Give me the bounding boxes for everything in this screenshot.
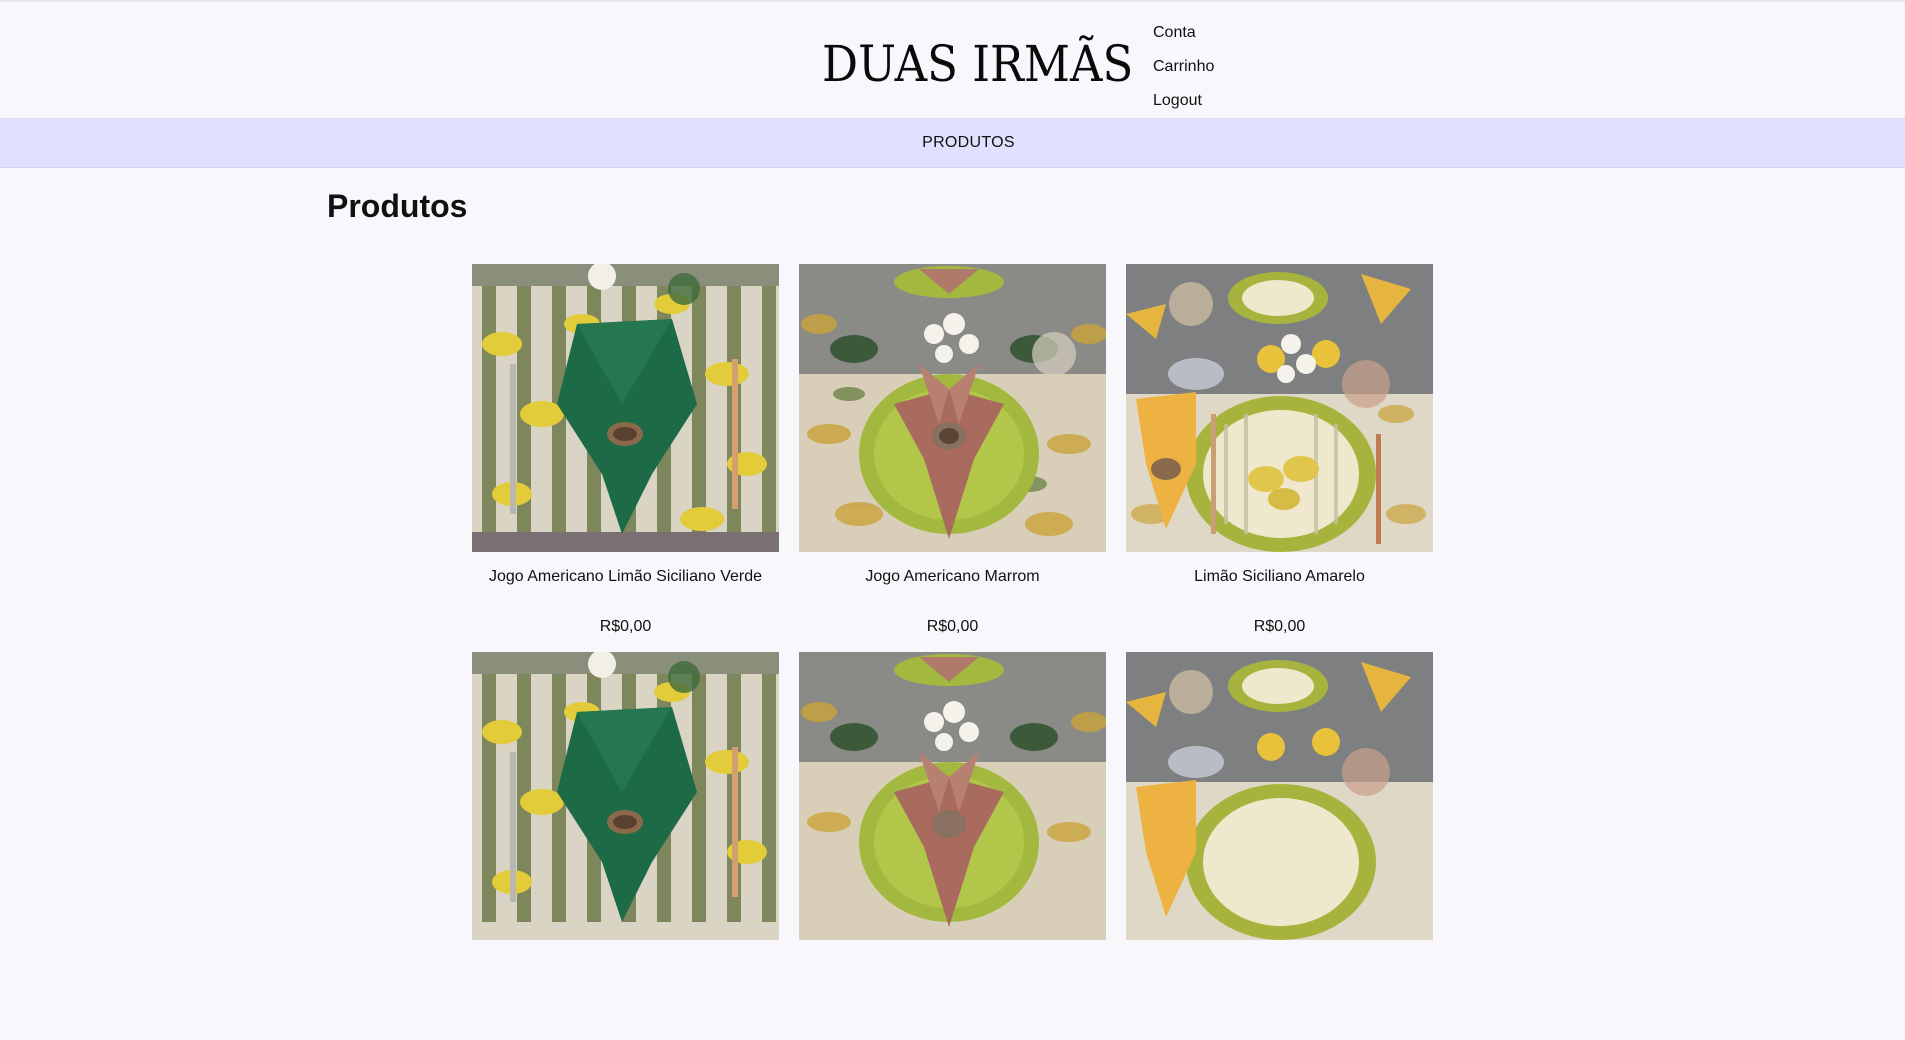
user-menu: Conta Carrinho Logout [1153, 16, 1214, 118]
product-card[interactable] [799, 652, 1106, 1040]
product-card[interactable]: Jogo Americano Limão Siciliano Verde R$0… [472, 264, 779, 652]
brown-napkin-image [799, 652, 1106, 940]
green-napkin-image [472, 652, 779, 940]
account-link[interactable]: Conta [1153, 16, 1214, 50]
product-image[interactable] [1126, 264, 1433, 552]
page-title: Produtos [327, 188, 468, 224]
product-price: R$0,00 [926, 618, 979, 635]
product-image[interactable] [1126, 652, 1433, 940]
cart-link[interactable]: Carrinho [1153, 50, 1214, 84]
product-price: R$0,00 [1253, 618, 1306, 635]
product-grid: Jogo Americano Limão Siciliano Verde R$0… [472, 264, 1433, 1040]
logout-link[interactable]: Logout [1153, 84, 1214, 118]
product-image[interactable] [799, 264, 1106, 552]
brown-napkin-image [799, 264, 1106, 552]
product-name[interactable]: Jogo Americano Limão Siciliano Verde [472, 567, 779, 587]
main-nav: PRODUTOS [0, 119, 1905, 168]
product-card[interactable]: Jogo Americano Marrom R$0,00 [799, 264, 1106, 652]
product-price: R$0,00 [599, 618, 652, 635]
product-image[interactable] [799, 652, 1106, 940]
nav-item-produtos[interactable]: PRODUTOS [922, 134, 1015, 152]
brand-logo[interactable]: DUAS IRMÃS [822, 32, 1133, 96]
product-image[interactable] [472, 652, 779, 940]
product-image[interactable] [472, 264, 779, 552]
yellow-napkin-image [1126, 652, 1433, 940]
site-header: DUAS IRMÃS Conta Carrinho Logout [0, 2, 1905, 119]
product-card[interactable]: Limão Siciliano Amarelo R$0,00 [1126, 264, 1433, 652]
product-card[interactable] [1126, 652, 1433, 1040]
product-card[interactable] [472, 652, 779, 1040]
yellow-napkin-image [1126, 264, 1433, 552]
product-name[interactable]: Limão Siciliano Amarelo [1126, 567, 1433, 587]
green-napkin-image [472, 264, 779, 552]
product-name[interactable]: Jogo Americano Marrom [799, 567, 1106, 587]
